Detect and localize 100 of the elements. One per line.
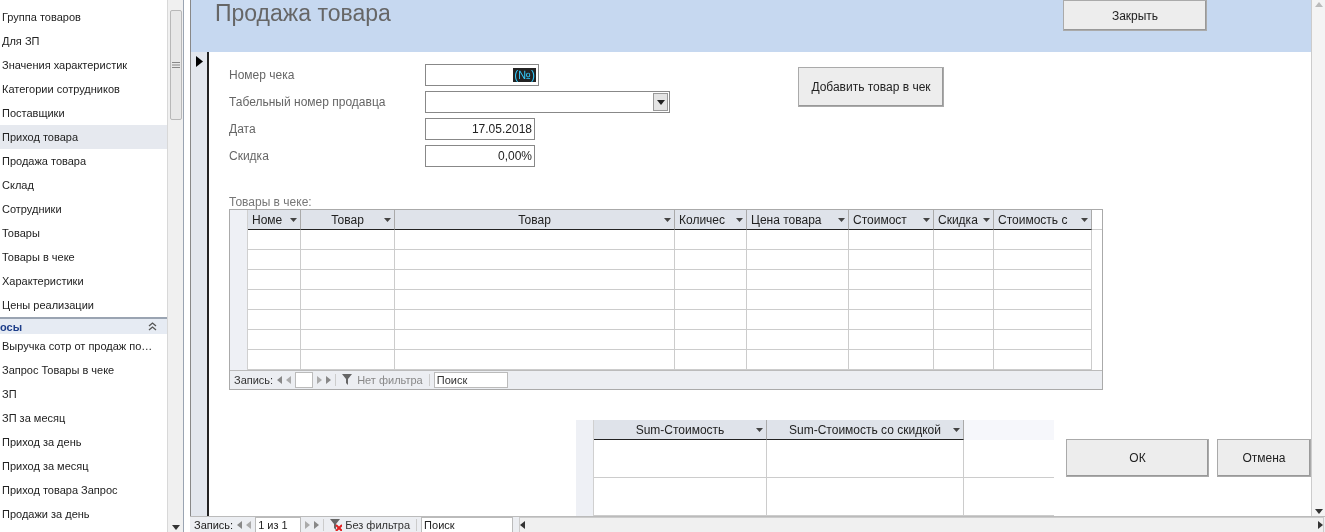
close-button[interactable]: Закрыть xyxy=(1063,0,1207,31)
nav-item[interactable]: Склад xyxy=(0,173,168,197)
caret-icon[interactable] xyxy=(756,428,763,432)
caret-icon[interactable] xyxy=(838,218,845,222)
table-cell xyxy=(934,330,994,350)
nav-item[interactable]: Приход за день xyxy=(0,430,168,454)
table-cell xyxy=(934,270,994,290)
column-header[interactable]: Стоимост xyxy=(849,210,934,230)
caret-icon[interactable] xyxy=(983,218,990,222)
nav-item[interactable]: ЗП xyxy=(0,382,168,406)
collapse-icon[interactable] xyxy=(148,322,158,331)
nav-item[interactable]: Категории сотрудников xyxy=(0,77,168,101)
nav-item[interactable]: Для ЗП xyxy=(0,29,168,53)
record-selector[interactable] xyxy=(191,52,209,516)
table-cell xyxy=(675,330,747,350)
next-record-icon[interactable] xyxy=(305,521,311,529)
nav-item[interactable]: Выручка сотр от продаж по… xyxy=(0,334,168,358)
dropdown-button[interactable] xyxy=(653,93,668,111)
nav-group-header[interactable]: осы xyxy=(0,317,168,334)
table-cell xyxy=(248,250,301,270)
nav-item[interactable]: Сотрудники xyxy=(0,197,168,221)
table-cell xyxy=(675,250,747,270)
table-cell xyxy=(675,270,747,290)
record-label: Запись: xyxy=(234,374,274,386)
filter-off-icon xyxy=(330,519,343,531)
previous-record-icon[interactable] xyxy=(286,376,292,384)
field-label: Номер чека xyxy=(229,68,296,82)
table-cell xyxy=(934,250,994,270)
last-record-icon[interactable] xyxy=(326,376,332,384)
nav-item[interactable]: Приход товара Запрос xyxy=(0,478,168,502)
search-field[interactable]: Поиск xyxy=(433,372,508,388)
scroll-down-icon[interactable] xyxy=(1315,509,1323,514)
next-record-icon[interactable] xyxy=(317,376,323,384)
caret-icon[interactable] xyxy=(953,428,960,432)
nav-item[interactable]: Характеристики xyxy=(0,269,168,293)
field-label: Скидка xyxy=(229,149,270,163)
nav-item[interactable]: Значения характеристик xyxy=(0,53,168,77)
column-header[interactable]: Sum-Стоимость со скидкой xyxy=(767,420,964,440)
table-cell xyxy=(248,330,301,350)
caret-icon[interactable] xyxy=(923,218,930,222)
scroll-up-icon[interactable] xyxy=(1315,2,1323,7)
table-cell xyxy=(675,310,747,330)
scroll-down-icon[interactable] xyxy=(171,525,180,530)
column-header[interactable]: Стоимость с xyxy=(994,210,1092,230)
grip-icon xyxy=(171,62,180,68)
scroll-thumb[interactable] xyxy=(169,10,182,120)
nav-item[interactable]: Запрос Товары в чеке xyxy=(0,358,168,382)
ok-button[interactable]: ОК xyxy=(1066,439,1209,477)
search-field[interactable]: Поиск xyxy=(421,517,514,532)
subform-label: Товары в чеке: xyxy=(229,195,313,209)
table-cell xyxy=(934,230,994,250)
nav-item[interactable]: Продажи за день xyxy=(0,502,168,526)
scroll-right-icon[interactable] xyxy=(1318,521,1323,529)
input-field[interactable]: 17.05.2018 xyxy=(425,118,535,140)
input-field[interactable]: 0,00% xyxy=(425,145,535,167)
current-record-icon xyxy=(195,56,203,67)
filter-toggle[interactable]: Без фильтра xyxy=(323,519,418,531)
column-header[interactable]: Скидка xyxy=(934,210,994,230)
nav-item[interactable]: Группа товаров xyxy=(0,5,168,29)
last-record-icon[interactable] xyxy=(314,521,320,529)
nav-item[interactable]: Товары в чеке xyxy=(0,245,168,269)
nav-item[interactable]: Товары xyxy=(0,221,168,245)
table-cell xyxy=(248,230,301,250)
table-cell xyxy=(675,290,747,310)
previous-record-icon[interactable] xyxy=(246,521,252,529)
scroll-left-icon[interactable] xyxy=(520,521,526,529)
column-header[interactable]: Номе xyxy=(248,210,301,230)
caret-icon[interactable] xyxy=(290,218,297,222)
nav-item[interactable]: ЗП за месяц xyxy=(0,406,168,430)
add-item-button[interactable]: Добавить товар в чек xyxy=(798,67,944,107)
form-title: Продажа товара xyxy=(215,0,391,27)
column-header[interactable]: Товар xyxy=(395,210,675,230)
table-cell xyxy=(248,290,301,310)
column-header[interactable]: Количес xyxy=(675,210,747,230)
first-record-icon[interactable] xyxy=(277,376,283,384)
caret-icon[interactable] xyxy=(656,99,665,105)
input-field[interactable]: (№) xyxy=(425,64,539,86)
cancel-button[interactable]: Отмена xyxy=(1217,439,1311,477)
nav-item[interactable]: Приход за месяц xyxy=(0,454,168,478)
nav-item[interactable]: Цены реализации xyxy=(0,293,168,317)
column-header[interactable]: Товар xyxy=(301,210,395,230)
field-label: Дата xyxy=(229,122,257,136)
column-header[interactable]: Sum-Стоимость xyxy=(594,420,767,440)
column-header[interactable]: Цена товара xyxy=(747,210,849,230)
nav-item[interactable]: Продажа товара xyxy=(0,149,168,173)
table-cell xyxy=(248,310,301,330)
first-record-icon[interactable] xyxy=(237,521,243,529)
nav-item[interactable]: Приход товара xyxy=(0,125,168,149)
table-cell xyxy=(934,310,994,330)
caret-icon[interactable] xyxy=(384,218,391,222)
table-cell xyxy=(248,270,301,290)
record-position-field[interactable] xyxy=(295,372,314,388)
nav-item[interactable]: Поставщики xyxy=(0,101,168,125)
caret-icon[interactable] xyxy=(664,218,671,222)
caret-icon[interactable] xyxy=(736,218,743,222)
caret-icon[interactable] xyxy=(1081,218,1088,222)
record-position-field[interactable]: 1 из 1 xyxy=(255,517,302,532)
filter-icon xyxy=(342,374,355,386)
table-cell xyxy=(934,290,994,310)
field-label: Табельный номер продавца xyxy=(229,95,387,109)
